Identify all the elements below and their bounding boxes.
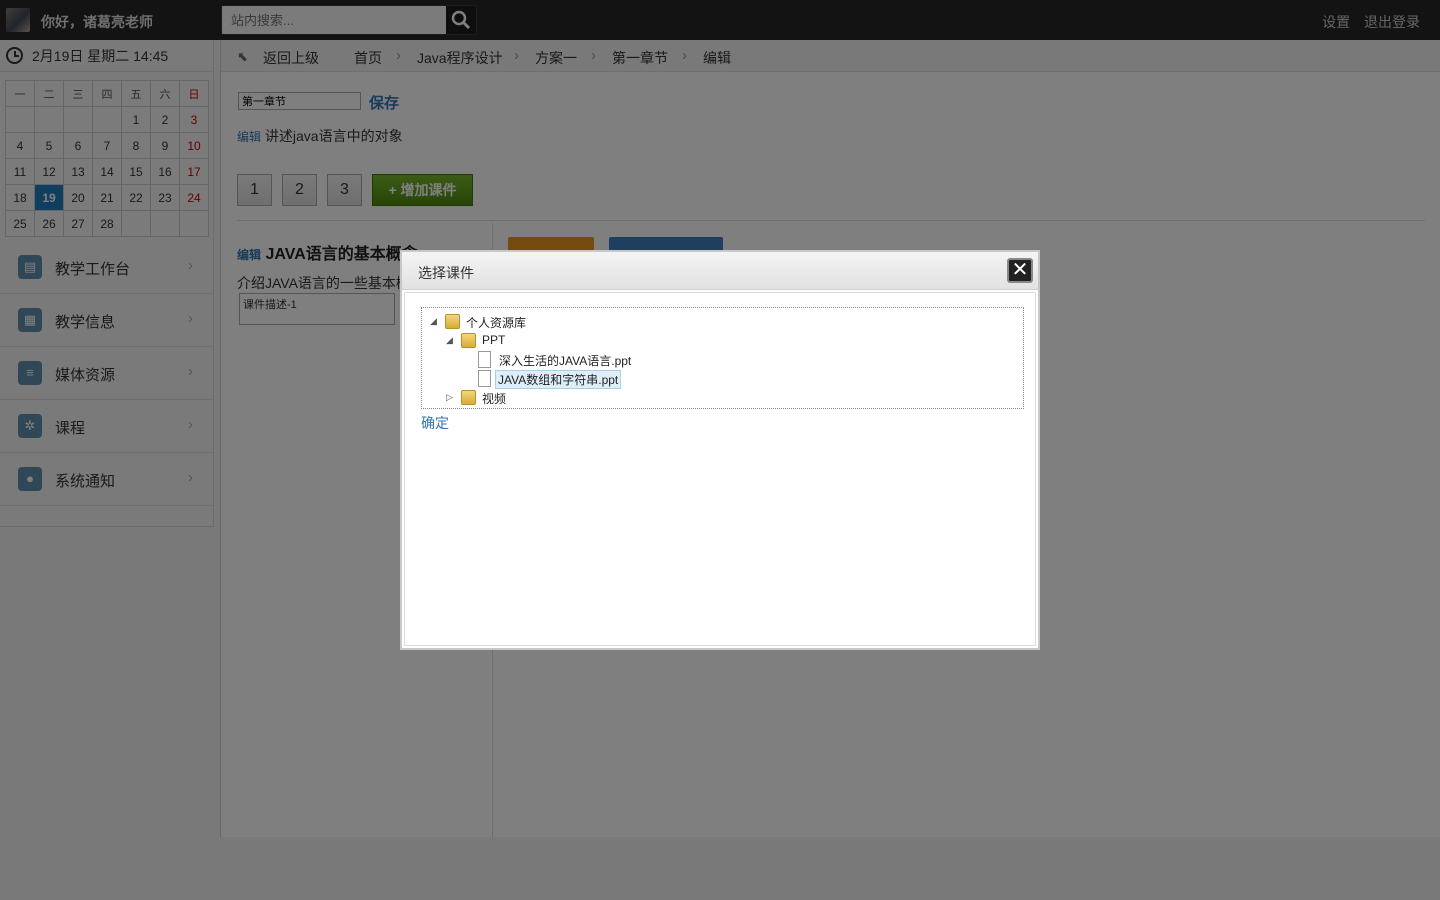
- tree-node-root[interactable]: ◢ 个人资源库: [428, 313, 628, 331]
- close-button[interactable]: ✕: [1007, 258, 1033, 283]
- expanded-arrow-icon[interactable]: ◢: [446, 335, 453, 346]
- tree-node-label: PPT: [482, 333, 506, 347]
- tree-node-label: JAVA数组和字符串.ppt: [495, 370, 622, 389]
- dialog-title: 选择课件: [418, 265, 474, 281]
- tree-node-video[interactable]: ▷ 视频: [444, 389, 644, 407]
- tree-node-label: 深入生活的JAVA语言.ppt: [499, 354, 632, 368]
- confirm-button[interactable]: 确定: [421, 413, 449, 433]
- tree-node-file[interactable]: 深入生活的JAVA语言.ppt: [478, 351, 738, 369]
- folder-icon: [461, 333, 476, 348]
- file-icon: [478, 351, 491, 368]
- dialog-body: ◢ 个人资源库 ◢ PPT 深入生活的JAVA语言.ppt JAVA数组和字符串…: [404, 292, 1036, 646]
- close-icon: ✕: [1011, 259, 1029, 281]
- expanded-arrow-icon[interactable]: ◢: [430, 316, 437, 327]
- file-icon: [478, 370, 491, 387]
- tree-node-file-selected[interactable]: JAVA数组和字符串.ppt: [478, 370, 738, 389]
- tree-node-label: 视频: [482, 392, 507, 406]
- folder-icon: [461, 390, 476, 405]
- resource-tree: ◢ 个人资源库 ◢ PPT 深入生活的JAVA语言.ppt JAVA数组和字符串…: [421, 307, 1024, 409]
- dialog-header: 选择课件 ✕: [402, 252, 1038, 290]
- tree-node-ppt[interactable]: ◢ PPT: [444, 332, 644, 350]
- folder-icon: [445, 314, 460, 329]
- tree-node-label: 个人资源库: [466, 316, 527, 330]
- select-courseware-dialog: 选择课件 ✕ ◢ 个人资源库 ◢ PPT 深入生活的JAVA语言.ppt JAV: [400, 250, 1040, 650]
- collapsed-arrow-icon[interactable]: ▷: [446, 392, 453, 403]
